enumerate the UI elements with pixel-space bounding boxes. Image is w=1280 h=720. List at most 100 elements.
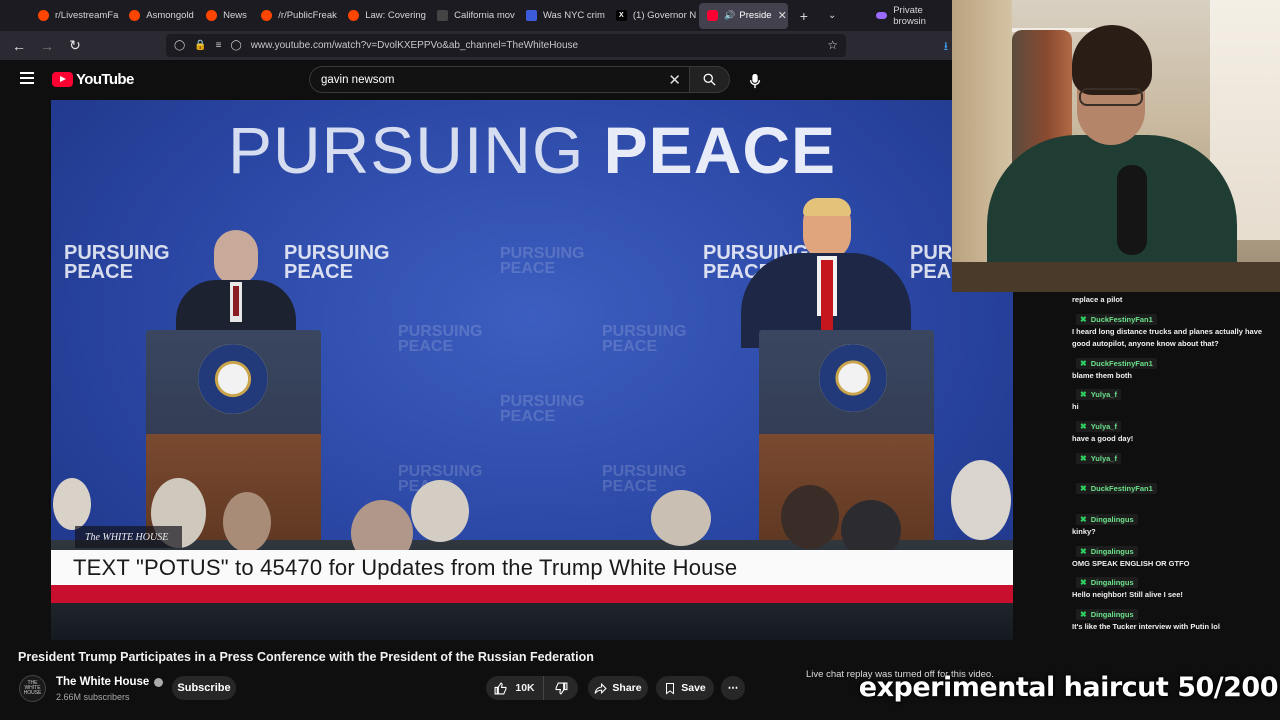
search-button[interactable]	[689, 66, 730, 93]
microphone-icon	[749, 73, 760, 88]
media-icon[interactable]: ◯	[231, 40, 242, 51]
chat-badge-icon: ✖	[1080, 547, 1087, 556]
presidential-seal	[819, 344, 887, 412]
speaker-icon[interactable]: 🔊	[724, 10, 735, 21]
close-tab-icon[interactable]: ✕	[778, 9, 787, 22]
browser-tab[interactable]: r/LivestreamFa	[30, 3, 119, 29]
channel-name-row[interactable]: The White House	[56, 676, 164, 688]
back-icon[interactable]: ←	[6, 33, 32, 59]
voice-search-button[interactable]	[741, 67, 768, 94]
stream-chat: replace a pilot ✖ DuckFestinyFan1 I heard l…	[1062, 292, 1280, 642]
ap-icon	[437, 10, 449, 21]
chat-badge-icon: ✖	[1080, 484, 1087, 493]
chat-username[interactable]: ✖ DuckFestinyFan1	[1076, 483, 1157, 494]
browser-tab[interactable]: /r/PublicFreak	[253, 3, 338, 29]
x-icon: X	[615, 10, 627, 21]
backdrop-logo: PURSUINGPEACE	[284, 242, 390, 283]
browser-nav-bar: ← → ↻ ◯ 🔒 ≡ ◯ www.youtube.com/watch?v=Dv…	[0, 31, 952, 60]
like-button[interactable]: 10K	[486, 676, 544, 700]
chat-badge-icon: ✖	[1080, 578, 1087, 587]
chat-username[interactable]: ✖ DuckFestinyFan1	[1076, 358, 1157, 369]
more-actions-button[interactable]: ⋯	[721, 676, 745, 700]
browser-tab[interactable]: Was NYC crim	[518, 3, 606, 29]
webcam-feed	[952, 0, 1280, 292]
chat-badge-icon: ✖	[1080, 315, 1087, 324]
bookmark-star-icon[interactable]: ☆	[827, 38, 838, 52]
share-icon	[594, 682, 608, 694]
chat-username[interactable]: ✖ Dingalingus	[1076, 609, 1138, 620]
audience-head	[651, 490, 711, 546]
clear-search-icon[interactable]: ✕	[668, 71, 681, 89]
browser-tab[interactable]: Law: Covering	[340, 3, 427, 29]
microphone	[1117, 165, 1147, 255]
chat-message: good autopilot, anyone know about that?	[1072, 339, 1219, 348]
reddit-icon	[206, 10, 218, 21]
youtube-play-icon	[52, 72, 73, 87]
youtube-logo[interactable]: YouTube	[52, 71, 134, 88]
private-browsing-indicator: Private browsin	[876, 5, 952, 27]
chat-username[interactable]: ✖ Yulya_f	[1076, 389, 1121, 400]
audience-head	[411, 480, 469, 542]
chat-username[interactable]: ✖ DuckFestinyFan1	[1076, 314, 1157, 325]
lock-icon[interactable]: 🔒	[194, 40, 206, 51]
shield-icon[interactable]: ◯	[174, 40, 185, 51]
chat-message: OMG SPEAK ENGLISH OR GTFO	[1072, 559, 1190, 568]
reddit-icon	[38, 10, 49, 21]
audience-head	[781, 485, 839, 549]
backdrop-logo: PURSUINGPEACE	[602, 323, 687, 355]
chat-message: have a good day!	[1072, 434, 1134, 443]
white-house-badge: The WHITE HOUSE	[75, 526, 183, 548]
browser-tab-bar: r/LivestreamFa Asmongold News /r/PublicF…	[0, 0, 952, 31]
verified-icon	[154, 677, 164, 687]
permissions-icon[interactable]: ≡	[216, 40, 222, 51]
news-icon	[525, 10, 537, 21]
chat-badge-icon: ✖	[1080, 359, 1087, 368]
screen: r/LivestreamFa Asmongold News /r/PublicF…	[0, 0, 1280, 720]
chat-username[interactable]: ✖ Yulya_f	[1076, 453, 1121, 464]
browser-tab-active[interactable]: 🔊 Preside ✕	[699, 2, 788, 29]
thumbs-up-icon	[494, 681, 507, 694]
backdrop-logo: PURSUINGPEACE	[500, 245, 585, 277]
browser-tab[interactable]: California mov	[429, 3, 516, 29]
tab-list-chevron-icon[interactable]: ⌄	[828, 10, 836, 21]
chat-badge-icon: ✖	[1080, 610, 1087, 619]
browser-tab[interactable]: Asmongold	[121, 3, 196, 29]
chat-username[interactable]: ✖ Dingalingus	[1076, 514, 1138, 525]
chat-badge-icon: ✖	[1080, 454, 1087, 463]
chat-message: Hello neighbor! Still alive I see!	[1072, 590, 1183, 599]
browser-tab[interactable]: X (1) Governor N	[608, 3, 697, 29]
like-dislike-group: 10K	[486, 676, 578, 700]
thumbs-down-icon	[555, 682, 567, 695]
reddit-icon	[129, 10, 141, 21]
video-player[interactable]: PURSUING PEACE PURSUING PEACE PURSUING PEA…	[51, 100, 1013, 640]
search-box[interactable]: ✕	[309, 66, 689, 93]
url-bar[interactable]: ◯ 🔒 ≡ ◯ www.youtube.com/watch?v=DvolKXEP…	[166, 34, 846, 57]
search-input[interactable]	[321, 73, 661, 86]
subscribe-button[interactable]: Subscribe	[172, 676, 236, 700]
more-icon: ⋯	[727, 682, 739, 694]
browser-tab[interactable]: News	[198, 3, 251, 29]
audience-head	[53, 478, 91, 530]
chat-message: replace a pilot	[1072, 295, 1123, 304]
chat-badge-icon: ✖	[1080, 390, 1087, 399]
chat-username[interactable]: ✖ Dingalingus	[1076, 546, 1138, 557]
download-icon[interactable]: ⭳	[944, 37, 948, 58]
reload-icon[interactable]: ↻	[62, 33, 88, 59]
new-tab-icon[interactable]: +	[800, 8, 808, 24]
menu-icon[interactable]	[20, 72, 34, 84]
forward-icon[interactable]: →	[34, 33, 60, 59]
chat-username[interactable]: ✖ Yulya_f	[1076, 421, 1121, 432]
url-text: www.youtube.com/watch?v=DvolKXEPPVo&ab_c…	[250, 40, 579, 51]
stream-overlay-text: experimental haircut 50/200	[858, 672, 1279, 703]
lower-third-text: TEXT "POTUS" to 45470 for Updates from t…	[51, 550, 1013, 585]
share-button[interactable]: Share	[588, 676, 648, 700]
reddit-icon	[348, 10, 360, 21]
channel-name[interactable]: The White House	[56, 676, 149, 688]
audience-head	[951, 460, 1011, 540]
youtube-header: YouTube ✕	[0, 60, 952, 100]
subscriber-count: 2.66M subscribers	[56, 692, 130, 702]
save-button[interactable]: Save	[656, 676, 714, 700]
dislike-button[interactable]	[544, 682, 578, 695]
channel-avatar[interactable]: THE WHITE HOUSE	[19, 675, 46, 702]
chat-username[interactable]: ✖ Dingalingus	[1076, 577, 1138, 588]
